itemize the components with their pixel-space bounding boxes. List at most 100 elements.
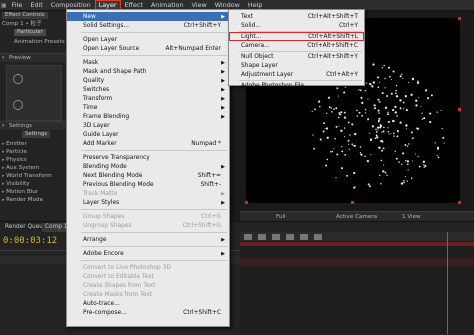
param-motion-blur[interactable]: ▸ Motion Blur	[2, 188, 68, 196]
submenu-item-label: Adobe Photoshop File...	[241, 82, 310, 89]
submenu-item-text[interactable]: Text Ctrl+Alt+Shift+T	[229, 12, 364, 21]
menu-item-time[interactable]: Time ▶	[67, 103, 229, 112]
param-emitter[interactable]: ▸ Emitter	[2, 140, 68, 148]
menu-item-switches[interactable]: Switches ▶	[67, 85, 229, 94]
particle	[338, 112, 341, 114]
submenu-item-camera[interactable]: Camera... Ctrl+Alt+Shift+C	[229, 41, 364, 50]
menu-item-layer-styles[interactable]: Layer Styles ▶	[67, 198, 229, 207]
submenu-arrow-icon: ▶	[221, 250, 225, 257]
expand-triangle-icon[interactable]: ▾	[2, 123, 5, 129]
tool-icon[interactable]	[272, 234, 280, 240]
menu-item-guide-layer[interactable]: Guide Layer	[67, 130, 229, 139]
settings-button[interactable]: Settings	[22, 131, 51, 138]
menu-item-next-blending-mode[interactable]: Next Blending Mode Shift+=	[67, 171, 229, 180]
layer-handle[interactable]	[458, 17, 461, 20]
particle	[318, 100, 321, 103]
particle	[387, 66, 391, 69]
views-select[interactable]: 1 View	[402, 214, 421, 220]
layer-handle[interactable]	[458, 201, 461, 204]
particle	[325, 127, 329, 130]
param-visibility[interactable]: ▸ Visibility	[2, 180, 68, 188]
submenu-arrow-icon: ▶	[221, 236, 225, 243]
menu-item-3d-layer[interactable]: 3D Layer	[67, 121, 229, 130]
particle	[364, 155, 366, 158]
menu-item-pre-compose[interactable]: Pre-compose... Ctrl+Shift+C	[67, 308, 229, 317]
tool-icon[interactable]	[258, 234, 266, 240]
tool-icon[interactable]	[300, 234, 308, 240]
submenu-item-adobe-photoshop-file[interactable]: Adobe Photoshop File...	[229, 81, 364, 90]
layer-handle[interactable]	[245, 201, 248, 204]
layer-bar[interactable]	[240, 258, 474, 266]
particle	[434, 142, 436, 144]
menu-edit[interactable]: Edit	[26, 0, 46, 10]
param-particle[interactable]: ▸ Particle	[2, 148, 68, 156]
particle	[401, 163, 403, 165]
submenu-arrow-icon: ▶	[221, 95, 225, 102]
particular-badge[interactable]: Particular	[14, 29, 46, 36]
particle	[358, 111, 361, 114]
menu-item-preserve-transparency[interactable]: Preserve Transparency	[67, 153, 229, 162]
menu-separator	[81, 260, 227, 261]
menu-item-frame-blending[interactable]: Frame Blending ▶	[67, 112, 229, 121]
menu-item-transform[interactable]: Transform ▶	[67, 94, 229, 103]
tool-icon[interactable]	[286, 234, 294, 240]
param-render-mode[interactable]: ▸ Render Mode	[2, 196, 68, 204]
expand-triangle-icon[interactable]: ▾	[2, 55, 5, 61]
menu-item-arrange[interactable]: Arrange ▶	[67, 235, 229, 244]
menu-item-auto-trace[interactable]: Auto-trace...	[67, 299, 229, 308]
camera-select[interactable]: Active Camera	[336, 214, 377, 220]
timeline-graph[interactable]	[240, 232, 474, 334]
param-physics[interactable]: ▸ Physics	[2, 156, 68, 164]
settings-header[interactable]: ▾ Settings	[0, 121, 66, 130]
particle	[381, 149, 384, 152]
submenu-item-null-object[interactable]: Null Object Ctrl+Alt+Shift+Y	[229, 52, 364, 61]
submenu-item-solid[interactable]: Solid... Ctrl+Y	[229, 21, 364, 30]
submenu-item-label: Adjustment Layer	[241, 71, 294, 78]
particle	[347, 143, 350, 145]
submenu-item-light[interactable]: Light... Ctrl+Alt+Shift+L	[229, 32, 364, 41]
effect-controls-tab[interactable]: Effect Controls	[2, 12, 48, 19]
submenu-item-shape-layer[interactable]: Shape Layer	[229, 61, 364, 70]
menu-item-add-marker[interactable]: Add Marker Numpad *	[67, 139, 229, 148]
tool-icon[interactable]	[314, 234, 322, 240]
particle	[429, 112, 432, 115]
menu-item-quality[interactable]: Quality ▶	[67, 76, 229, 85]
menu-item-new[interactable]: New ▶	[67, 12, 229, 21]
menu-item-shortcut: Ctrl+Shift+G	[182, 222, 221, 229]
menu-item-open-layer-source[interactable]: Open Layer Source Alt+Numpad Enter	[67, 44, 229, 53]
particle	[394, 111, 398, 114]
param-aux-system[interactable]: ▸ Aux System	[2, 164, 68, 172]
menu-item-mask[interactable]: Mask ▶	[67, 58, 229, 67]
menu-item-previous-blending-mode[interactable]: Previous Blending Mode Shift+-	[67, 180, 229, 189]
menu-item-mask-and-shape-path[interactable]: Mask and Shape Path ▶	[67, 67, 229, 76]
menu-item-adobe-encore[interactable]: Adobe Encore ▶	[67, 249, 229, 258]
preview-header[interactable]: ▾ Preview	[0, 53, 66, 62]
submenu-item-adjustment-layer[interactable]: Adjustment Layer Ctrl+Alt+Y	[229, 70, 364, 79]
particle	[364, 108, 367, 111]
particle	[375, 131, 378, 133]
app-icon[interactable]: ▣	[0, 2, 8, 9]
menu-item-label: Create Masks from Text	[83, 291, 153, 298]
particle	[377, 129, 379, 131]
particle	[421, 112, 423, 114]
submenu-item-label: Light...	[241, 33, 262, 40]
menu-item-blending-mode[interactable]: Blending Mode ▶	[67, 162, 229, 171]
particle	[383, 64, 385, 67]
playhead[interactable]	[447, 232, 448, 334]
particle	[367, 98, 369, 100]
tool-icon[interactable]	[244, 234, 252, 240]
layer-handle[interactable]	[351, 201, 354, 204]
menu-item-open-layer[interactable]: Open Layer	[67, 35, 229, 44]
particle	[387, 111, 389, 114]
menu-file[interactable]: File	[8, 0, 27, 10]
param-world-transform[interactable]: ▸ World Transform	[2, 172, 68, 180]
work-area-bar[interactable]	[240, 242, 474, 246]
menu-item-solid-settings[interactable]: Solid Settings... Ctrl+Shift+Y	[67, 21, 229, 30]
layer-handle[interactable]	[458, 108, 461, 111]
particle	[348, 148, 350, 150]
particle	[424, 89, 428, 92]
timecode-display[interactable]: 0:00:03:12	[3, 236, 57, 246]
particle	[442, 136, 445, 139]
particle	[361, 101, 364, 105]
quality-select[interactable]: Full	[276, 214, 286, 220]
